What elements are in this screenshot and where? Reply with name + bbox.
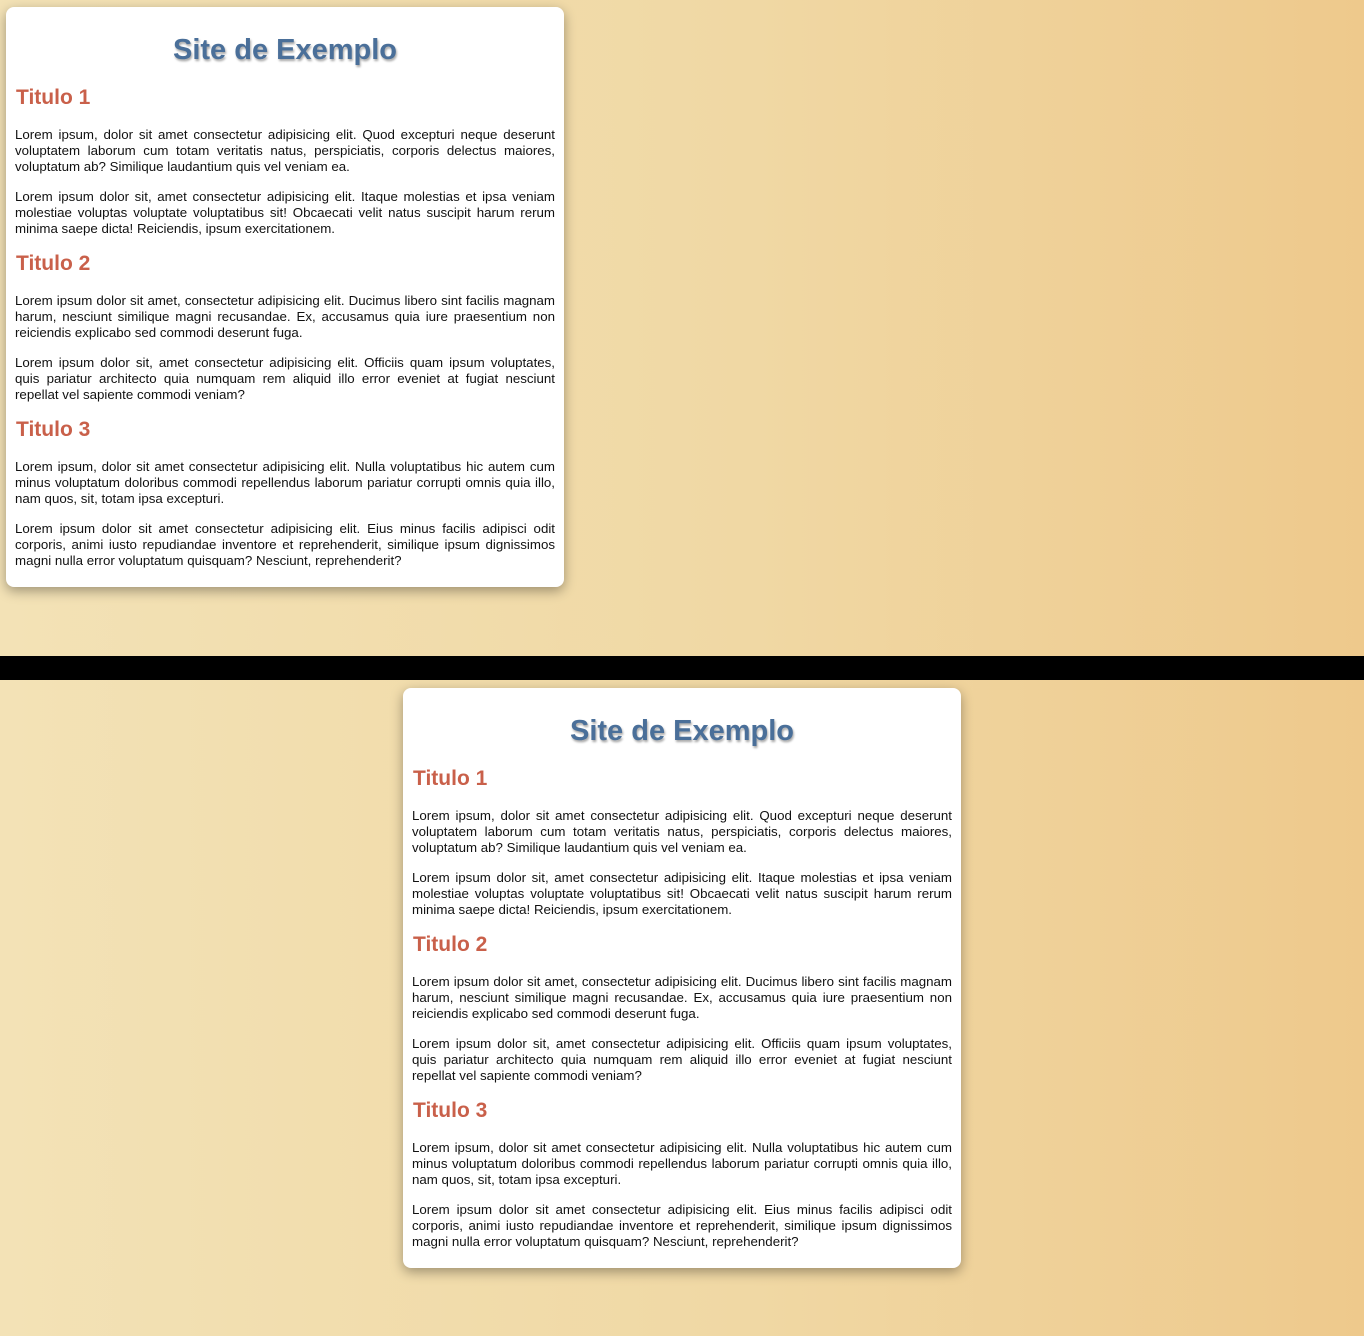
content-card: Site de Exemplo Titulo 1 Lorem ipsum, do… [403, 688, 961, 1268]
paragraph: Lorem ipsum dolor sit, amet consectetur … [15, 189, 555, 236]
site-title: Site de Exemplo [569, 715, 794, 747]
section-title: Titulo 2 [413, 933, 488, 956]
site-title: Site de Exemplo [172, 34, 397, 66]
section-title: Titulo 1 [413, 767, 488, 790]
viewport-bottom: Site de Exemplo Titulo 1 Lorem ipsum, do… [0, 680, 1364, 1336]
paragraph: Lorem ipsum, dolor sit amet consectetur … [15, 459, 555, 506]
section-title: Titulo 1 [16, 86, 91, 109]
screenshot-divider [0, 656, 1364, 680]
section-title: Titulo 2 [16, 252, 91, 275]
section-3: Titulo 3 Lorem ipsum, dolor sit amet con… [15, 417, 555, 569]
paragraph: Lorem ipsum dolor sit amet consectetur a… [412, 1202, 952, 1249]
viewport-top: Site de Exemplo Titulo 1 Lorem ipsum, do… [0, 0, 1364, 656]
section-title: Titulo 3 [16, 418, 91, 441]
section-1: Titulo 1 Lorem ipsum, dolor sit amet con… [412, 766, 952, 918]
paragraph: Lorem ipsum, dolor sit amet consectetur … [15, 127, 555, 174]
paragraph: Lorem ipsum dolor sit, amet consectetur … [412, 1036, 952, 1083]
paragraph: Lorem ipsum, dolor sit amet consectetur … [412, 1140, 952, 1187]
section-title: Titulo 3 [413, 1099, 488, 1122]
content-card: Site de Exemplo Titulo 1 Lorem ipsum, do… [6, 7, 564, 587]
paragraph: Lorem ipsum dolor sit amet, consectetur … [15, 293, 555, 340]
section-2: Titulo 2 Lorem ipsum dolor sit amet, con… [412, 932, 952, 1084]
paragraph: Lorem ipsum dolor sit, amet consectetur … [412, 870, 952, 917]
paragraph: Lorem ipsum dolor sit amet, consectetur … [412, 974, 952, 1021]
section-3: Titulo 3 Lorem ipsum, dolor sit amet con… [412, 1098, 952, 1250]
section-1: Titulo 1 Lorem ipsum, dolor sit amet con… [15, 85, 555, 237]
paragraph: Lorem ipsum dolor sit, amet consectetur … [15, 355, 555, 402]
paragraph: Lorem ipsum dolor sit amet consectetur a… [15, 521, 555, 568]
paragraph: Lorem ipsum, dolor sit amet consectetur … [412, 808, 952, 855]
section-2: Titulo 2 Lorem ipsum dolor sit amet, con… [15, 251, 555, 403]
